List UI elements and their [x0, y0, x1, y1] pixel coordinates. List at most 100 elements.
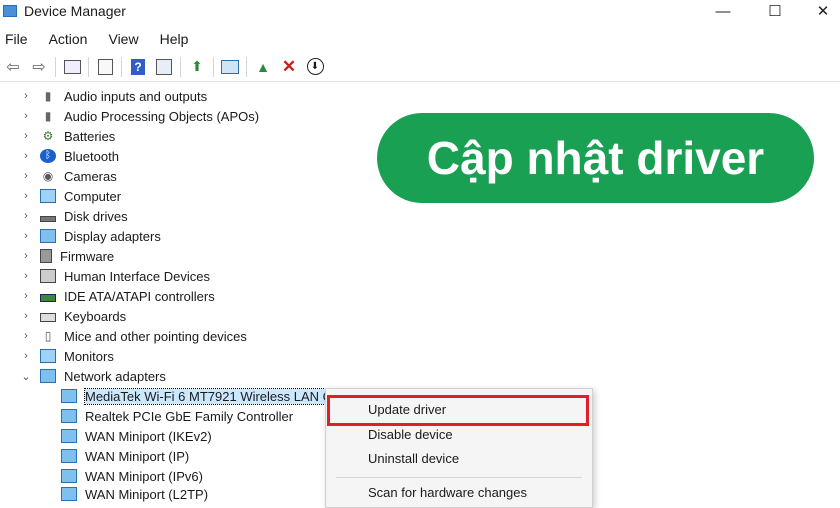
context-uninstall-device[interactable]: Uninstall device — [368, 451, 459, 466]
toolbar-separator — [88, 56, 89, 77]
tree-item-audio-inputs[interactable]: › ▮ Audio inputs and outputs — [21, 86, 207, 106]
computer-icon — [40, 189, 56, 203]
tree-item-label: Audio inputs and outputs — [64, 88, 208, 104]
tree-item-label: Cameras — [64, 168, 117, 184]
network-adapter-icon — [61, 469, 77, 483]
tree-item-hid[interactable]: › Human Interface Devices — [21, 266, 210, 286]
bluetooth-icon: ᛒ — [40, 149, 56, 163]
menu-bar: File Action View Help — [0, 27, 840, 51]
tree-item-label: Monitors — [64, 348, 114, 364]
ide-controller-icon — [40, 293, 56, 302]
tree-item-label: Audio Processing Objects (APOs) — [64, 108, 260, 124]
menu-help[interactable]: Help — [156, 31, 193, 47]
maximize-button[interactable]: ☐ — [752, 0, 798, 22]
tree-item-computer[interactable]: › Computer — [21, 186, 121, 206]
tree-item-cameras[interactable]: › ◉ Cameras — [21, 166, 117, 186]
device-manager-icon — [3, 5, 17, 17]
tree-item-label: Firmware — [60, 248, 115, 264]
network-adapter-icon — [61, 389, 77, 403]
chevron-right-icon[interactable]: › — [21, 130, 31, 142]
forward-icon[interactable]: ⇨ — [29, 57, 49, 77]
chevron-right-icon[interactable]: › — [21, 170, 31, 182]
update-driver-icon[interactable]: ▲ — [253, 57, 273, 77]
tree-item-bluetooth[interactable]: › ᛒ Bluetooth — [21, 146, 119, 166]
chevron-right-icon[interactable]: › — [21, 330, 31, 342]
chevron-right-icon[interactable]: › — [21, 350, 31, 362]
title-bar: Device Manager — ☐ ✕ — [0, 0, 840, 26]
mouse-icon: ▯ — [44, 329, 52, 343]
help-icon[interactable]: ? — [128, 57, 148, 77]
tree-item-display-adapters[interactable]: › Display adapters — [21, 226, 161, 246]
back-icon[interactable]: ⇦ — [3, 57, 23, 77]
details-icon[interactable] — [154, 57, 174, 77]
download-icon[interactable]: ⬇ — [305, 57, 325, 77]
chevron-right-icon[interactable]: › — [21, 210, 31, 222]
tree-item-label: Display adapters — [64, 228, 161, 244]
toolbar-separator — [121, 56, 122, 77]
tree-item-label: MediaTek Wi-Fi 6 MT7921 Wireless LAN Car… — [84, 387, 354, 405]
chevron-right-icon[interactable]: › — [21, 270, 31, 282]
window-title: Device Manager — [24, 3, 126, 19]
tree-item-apos[interactable]: › ▮ Audio Processing Objects (APOs) — [21, 106, 259, 126]
tree-item-realtek[interactable]: Realtek PCIe GbE Family Controller — [61, 406, 293, 426]
tree-item-label: IDE ATA/ATAPI controllers — [64, 288, 215, 304]
tree-item-disk-drives[interactable]: › Disk drives — [21, 206, 128, 226]
toolbar-separator — [246, 56, 247, 77]
tree-item-label: Human Interface Devices — [64, 268, 210, 284]
network-adapter-icon — [40, 369, 56, 383]
tree-item-wan-l2tp[interactable]: WAN Miniport (L2TP) — [61, 484, 208, 504]
chevron-right-icon[interactable]: › — [21, 250, 31, 262]
tree-item-label: Network adapters — [64, 368, 166, 384]
scan-icon[interactable] — [220, 57, 240, 77]
view-icon[interactable] — [95, 57, 115, 77]
chevron-right-icon[interactable]: › — [21, 150, 31, 162]
monitor-icon — [40, 349, 56, 363]
chevron-right-icon[interactable]: › — [21, 190, 31, 202]
context-scan-hardware[interactable]: Scan for hardware changes — [368, 485, 527, 500]
toolbar: ⇦ ⇨ ? ⬆ ▲ ✕ ⬇ — [0, 52, 840, 82]
chevron-right-icon[interactable]: › — [21, 90, 31, 102]
network-adapter-icon — [61, 487, 77, 501]
speaker-icon: ▮ — [44, 109, 52, 123]
tree-item-wan-ikev2[interactable]: WAN Miniport (IKEv2) — [61, 426, 212, 446]
menu-action[interactable]: Action — [45, 31, 92, 47]
menu-view[interactable]: View — [104, 31, 142, 47]
chevron-right-icon[interactable]: › — [21, 230, 31, 242]
tree-item-wan-ip[interactable]: WAN Miniport (IP) — [61, 446, 189, 466]
camera-icon: ◉ — [42, 169, 54, 183]
tree-item-batteries[interactable]: › ⚙ Batteries — [21, 126, 115, 146]
tree-item-firmware[interactable]: › Firmware — [21, 246, 114, 266]
tree-item-mediatek-wifi[interactable]: MediaTek Wi-Fi 6 MT7921 Wireless LAN Car… — [61, 386, 354, 406]
tree-item-label: Keyboards — [64, 308, 127, 324]
close-button[interactable]: ✕ — [800, 0, 840, 22]
speaker-icon: ▮ — [44, 89, 52, 103]
display-adapter-icon — [40, 229, 56, 243]
context-disable-device[interactable]: Disable device — [368, 427, 453, 442]
chevron-right-icon[interactable]: › — [21, 290, 31, 302]
tree-item-network-adapters[interactable]: ⌄ Network adapters — [21, 366, 166, 386]
context-separator — [336, 477, 582, 478]
minimize-button[interactable]: — — [700, 0, 746, 22]
battery-icon: ⚙ — [42, 129, 54, 143]
export-icon[interactable]: ⬆ — [187, 57, 207, 77]
keyboard-icon — [40, 313, 56, 322]
properties-icon[interactable] — [62, 57, 82, 77]
tree-item-monitors[interactable]: › Monitors — [21, 346, 114, 366]
chevron-right-icon[interactable]: › — [21, 310, 31, 322]
tree-item-keyboards[interactable]: › Keyboards — [21, 306, 126, 326]
network-adapter-icon — [61, 429, 77, 443]
toolbar-separator — [213, 56, 214, 77]
tree-item-wan-ipv6[interactable]: WAN Miniport (IPv6) — [61, 466, 203, 486]
chevron-down-icon[interactable]: ⌄ — [21, 370, 31, 383]
tree-item-label: Disk drives — [64, 208, 128, 224]
chevron-right-icon[interactable]: › — [21, 110, 31, 122]
tree-item-label: WAN Miniport (IP) — [85, 448, 190, 464]
tree-item-label: WAN Miniport (IKEv2) — [85, 428, 212, 444]
tree-item-mice[interactable]: › ▯ Mice and other pointing devices — [21, 326, 247, 346]
firmware-icon — [40, 249, 52, 263]
tree-item-ide-ata[interactable]: › IDE ATA/ATAPI controllers — [21, 286, 215, 306]
toolbar-separator — [180, 56, 181, 77]
uninstall-icon[interactable]: ✕ — [279, 57, 299, 77]
menu-file[interactable]: File — [1, 31, 32, 47]
disk-drive-icon — [40, 215, 56, 222]
